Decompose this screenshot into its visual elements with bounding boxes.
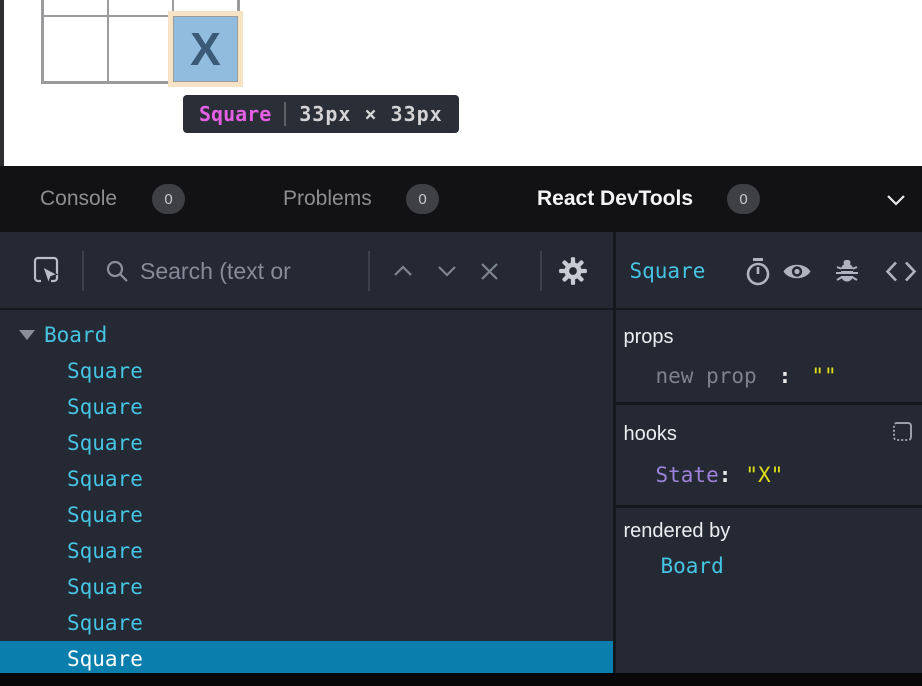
inspect-element-icon[interactable]	[31, 254, 61, 286]
tree-node-label: Square	[67, 359, 143, 383]
board-square[interactable]	[43, 16, 108, 82]
toolbar-separator	[368, 251, 370, 291]
tree-node-square-selected[interactable]: Square	[0, 641, 613, 673]
tab-console-badge: 0	[152, 184, 185, 214]
tree-node-square[interactable]: Square	[0, 533, 613, 569]
element-size-tooltip: Square 33px × 33px	[183, 95, 459, 133]
board-square[interactable]	[173, 0, 238, 16]
debug-bug-icon[interactable]	[834, 257, 860, 285]
board-square[interactable]	[43, 0, 108, 16]
tree-node-label: Square	[67, 647, 143, 671]
react-devtools-panel: Search (text or	[0, 232, 922, 673]
tree-node-label: Square	[67, 575, 143, 599]
inspect-dom-eye-icon[interactable]	[782, 261, 812, 282]
tree-node-label: Square	[67, 431, 143, 455]
rendered-by-owner-link[interactable]: Board	[661, 554, 724, 578]
tree-node-label: Square	[67, 395, 143, 419]
panel-divider[interactable]	[613, 232, 616, 673]
component-tree: Board Square Square Square Square Square…	[0, 312, 613, 673]
tree-node-label: Square	[67, 467, 143, 491]
new-prop-row[interactable]: new prop: ""	[656, 364, 837, 388]
new-prop-value-input[interactable]: ""	[811, 364, 836, 388]
board-square[interactable]	[108, 16, 173, 82]
tree-node-label: Square	[67, 503, 143, 527]
tooltip-dimensions: 33px × 33px	[299, 102, 442, 126]
hooks-header: hooks	[624, 423, 677, 446]
search-next-chevron-down-icon[interactable]	[437, 265, 457, 277]
rendered-by-section: rendered by Board	[616, 508, 922, 673]
tab-react-devtools-badge: 0	[727, 184, 760, 214]
board-square-inspected[interactable]: X	[173, 16, 238, 82]
collapse-panel-chevron-down-icon[interactable]	[886, 194, 906, 206]
settings-gear-icon[interactable]	[558, 256, 588, 286]
toolbar-separator	[540, 251, 542, 291]
tree-node-board[interactable]: Board	[0, 317, 613, 353]
devtools-tab-bar: Console 0 Problems 0 React DevTools 0	[0, 166, 922, 232]
search-clear-x-icon[interactable]	[480, 262, 499, 281]
view-source-code-brackets-icon[interactable]	[885, 260, 917, 283]
tree-node-square[interactable]: Square	[0, 353, 613, 389]
tree-node-square[interactable]: Square	[0, 569, 613, 605]
details-toolbar: Square	[616, 232, 922, 310]
tree-toolbar: Search (text or	[0, 232, 613, 310]
hooks-section: hooks State: "X"	[616, 405, 922, 508]
tree-node-label: Square	[67, 611, 143, 635]
window-left-edge	[0, 0, 4, 166]
tab-react-devtools[interactable]: React DevTools	[537, 166, 693, 232]
parse-hook-names-icon[interactable]	[893, 422, 912, 441]
tooltip-separator	[284, 102, 286, 126]
selected-component-title: Square	[630, 232, 706, 310]
square-mark: X	[190, 22, 221, 76]
rendered-by-header: rendered by	[624, 520, 731, 543]
tab-problems-badge: 0	[406, 184, 439, 214]
suspend-stopwatch-icon[interactable]	[744, 257, 772, 287]
tooltip-component-name: Square	[199, 102, 271, 126]
hook-name: State	[656, 463, 719, 487]
tree-node-label: Square	[67, 539, 143, 563]
tictactoe-board: X	[41, 0, 240, 84]
tree-node-label: Board	[44, 323, 107, 347]
props-section: props new prop: ""	[616, 312, 922, 405]
tree-node-square[interactable]: Square	[0, 461, 613, 497]
board-square[interactable]	[108, 0, 173, 16]
props-header: props	[624, 326, 674, 349]
components-tree-panel: Search (text or	[0, 232, 613, 673]
colon: :	[779, 364, 792, 388]
tab-problems[interactable]: Problems	[283, 166, 372, 232]
tree-node-square[interactable]: Square	[0, 497, 613, 533]
hook-value[interactable]: "X"	[745, 463, 783, 487]
tab-console[interactable]: Console	[40, 166, 117, 232]
tree-node-square[interactable]: Square	[0, 389, 613, 425]
new-prop-key-input[interactable]: new prop	[656, 364, 757, 388]
search-input[interactable]: Search (text or	[140, 232, 291, 310]
tree-node-square[interactable]: Square	[0, 605, 613, 641]
state-hook-row[interactable]: State: "X"	[656, 463, 784, 487]
toolbar-separator	[82, 251, 84, 291]
bottom-edge-strip	[0, 673, 922, 686]
expand-triangle-icon[interactable]	[19, 330, 35, 340]
search-prev-chevron-up-icon[interactable]	[393, 265, 413, 277]
screenshot-root: X Square 33px × 33px Console 0 Problems …	[0, 0, 922, 686]
component-details-panel: Square	[616, 232, 922, 673]
colon: :	[719, 463, 732, 487]
search-icon	[104, 258, 130, 284]
tree-node-square[interactable]: Square	[0, 425, 613, 461]
browser-viewport: X Square 33px × 33px	[0, 0, 922, 166]
